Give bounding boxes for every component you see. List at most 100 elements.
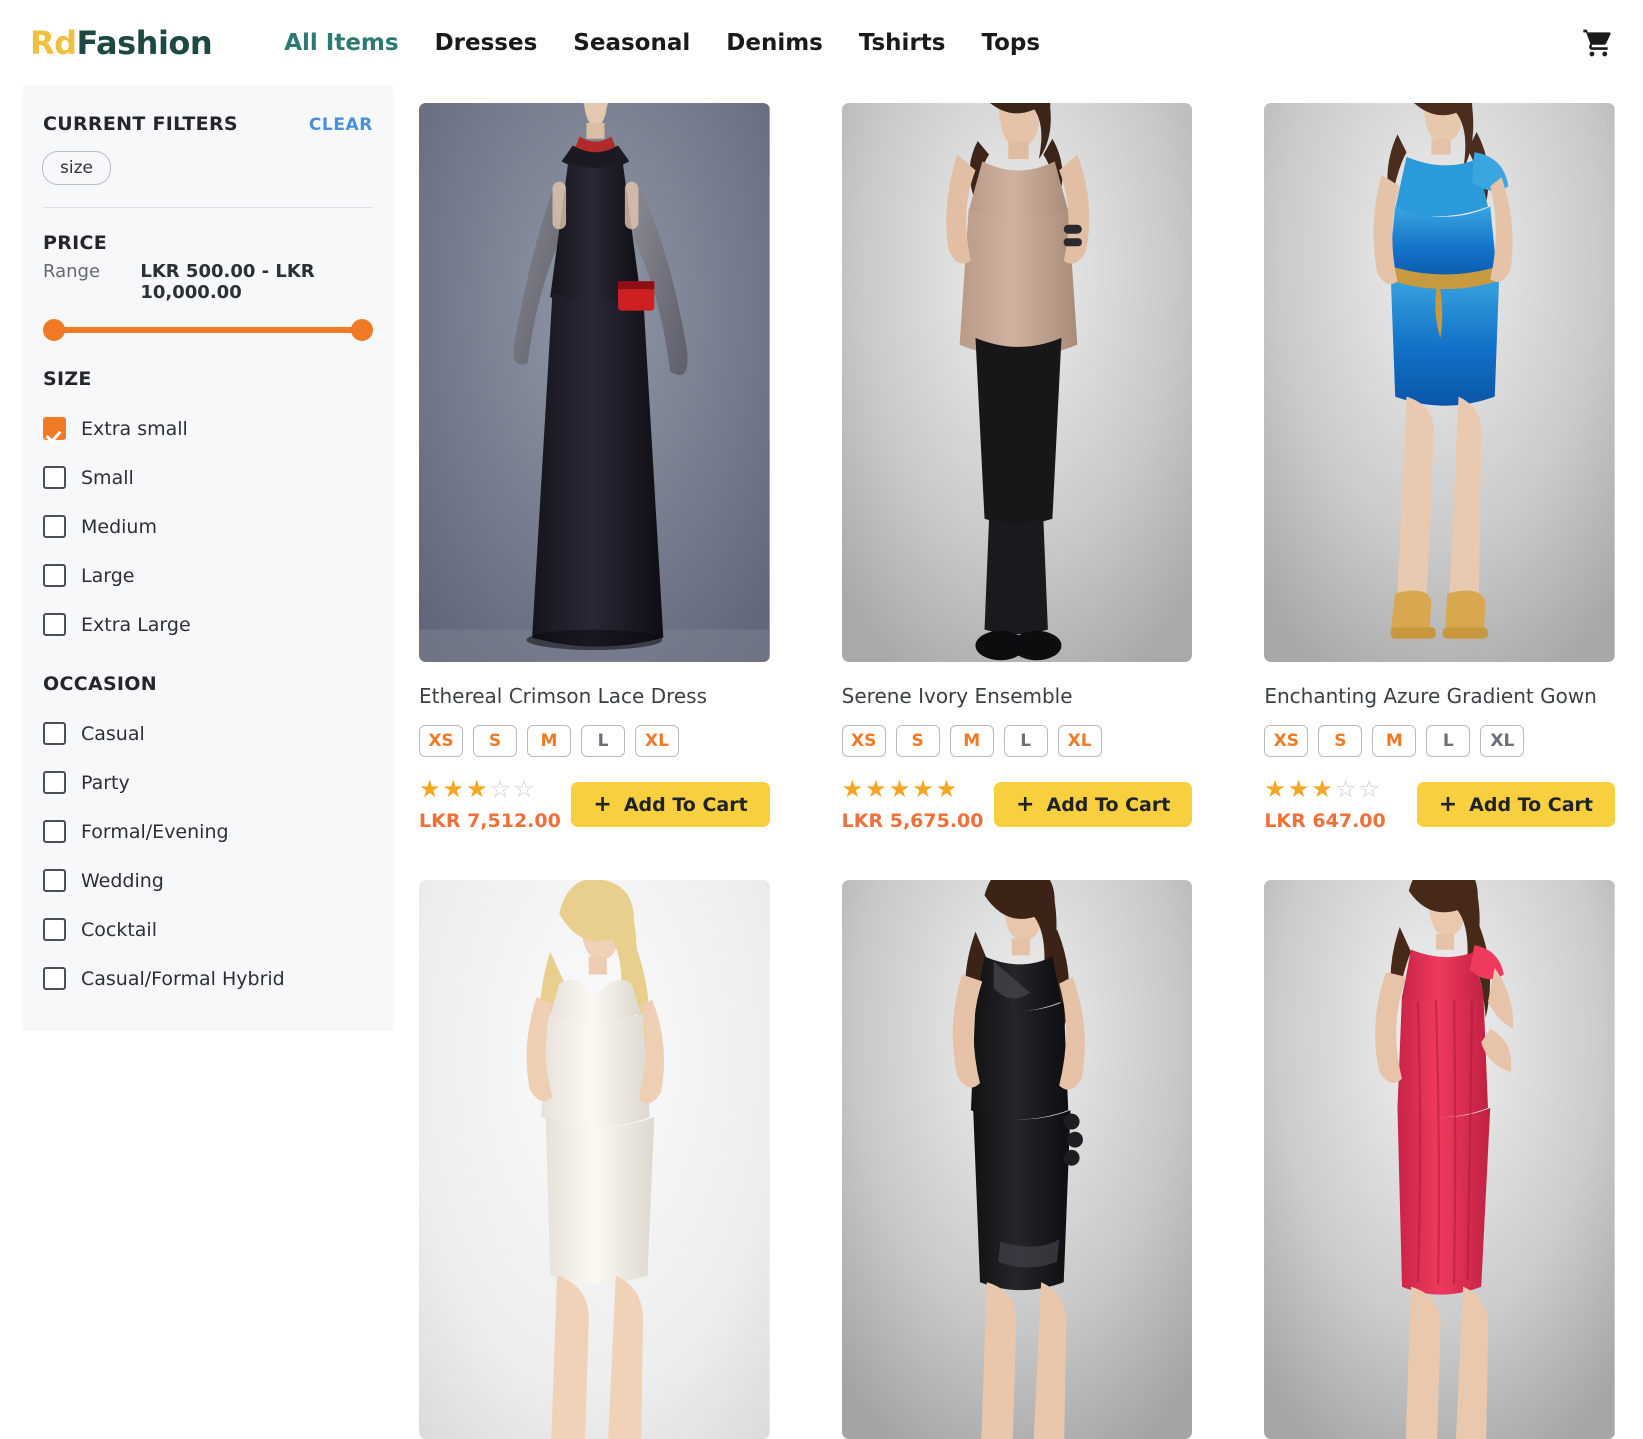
brand-logo-secondary: Fashion [76,23,213,62]
product-image[interactable] [419,880,770,1439]
checkbox-casual[interactable] [43,722,66,745]
size-pill[interactable]: XS [1264,725,1309,757]
checkbox-extra-small[interactable] [43,417,66,440]
product-card[interactable] [1264,880,1615,1439]
price-slider-handle-min[interactable] [43,319,65,341]
checkbox-formal-evening[interactable] [43,820,66,843]
add-to-cart-button[interactable]: + Add To Cart [994,782,1193,827]
occasion-option-party[interactable]: Party [43,758,373,807]
active-filter-chips: size [42,151,374,185]
size-option-small[interactable]: Small [43,453,373,502]
size-option-medium[interactable]: Medium [43,502,373,551]
size-pill[interactable]: M [1372,725,1417,757]
occasion-option-casual[interactable]: Casual [43,709,373,758]
product-price: LKR 7,512.00 [419,810,561,832]
nav-item-tops[interactable]: Tops [981,30,1040,56]
size-pill[interactable]: S [473,725,517,757]
product-image[interactable] [1264,103,1615,662]
occasion-option-label: Casual [81,722,145,745]
price-range-slider[interactable] [43,316,373,344]
product-card[interactable] [841,880,1193,1439]
occasion-option-label: Party [81,771,130,794]
filter-chip-size[interactable]: size [42,151,111,185]
star-filled-icon: ★ [419,775,441,803]
product-grid: reciosa ornela.com Ethereal Crimson Lace… [419,85,1615,1439]
size-pill[interactable]: M [527,725,571,757]
product-image[interactable] [841,103,1193,662]
size-option-list: Extra small Small Medium Large Extra Lar… [43,404,373,649]
occasion-option-wedding[interactable]: Wedding [43,856,373,905]
add-to-cart-button[interactable]: + Add To Cart [1416,782,1615,827]
occasion-option-list: Casual Party Formal/Evening Wedding Cock… [43,709,373,1003]
checkbox-casual-formal-hybrid[interactable] [43,967,66,990]
product-title: Serene Ivory Ensemble [841,684,1073,708]
site-header: RdFashion All Items Dresses Seasonal Den… [0,0,1643,85]
nav-item-tshirts[interactable]: Tshirts [859,30,946,56]
current-filters-title: CURRENT FILTERS [43,113,238,135]
product-title: Ethereal Crimson Lace Dress [419,684,708,708]
nav-item-dresses[interactable]: Dresses [435,30,538,56]
checkbox-small[interactable] [43,466,66,489]
occasion-option-label: Cocktail [81,918,157,941]
size-option-extra-large[interactable]: Extra Large [43,600,373,649]
occasion-option-formal-evening[interactable]: Formal/Evening [43,807,373,856]
product-card[interactable]: Serene Ivory Ensemble XS S M L XL ★ ★ ★ … [841,103,1193,832]
product-card[interactable]: Enchanting Azure Gradient Gown XS S M L … [1264,103,1615,832]
size-pill[interactable]: M [949,725,994,757]
size-option-extra-small[interactable]: Extra small [43,404,373,453]
clear-filters-button[interactable]: CLEAR [309,115,373,135]
size-option-large[interactable]: Large [43,551,373,600]
product-price: LKR 5,675.00 [841,810,984,832]
size-pill[interactable]: XL [1480,725,1525,757]
product-price: LKR 647.00 [1264,810,1386,832]
size-option-label: Extra small [81,417,188,440]
product-rating-price: ★ ★ ★ ☆ ☆ LKR 647.00 [1264,777,1385,832]
add-to-cart-label: Add To Cart [1046,793,1171,816]
checkbox-party[interactable] [43,771,66,794]
product-image[interactable] [841,880,1193,1439]
size-pill[interactable]: S [895,725,940,757]
nav-item-all-items[interactable]: All Items [284,30,398,56]
brand-logo[interactable]: RdFashion [30,23,213,62]
checkbox-medium[interactable] [43,515,66,538]
size-pill[interactable]: L [581,725,625,757]
price-range-row: Range LKR 500.00 - LKR 10,000.00 [43,261,373,303]
product-image[interactable]: reciosa ornela.com [419,103,770,662]
price-slider-handle-max[interactable] [351,319,373,341]
main-navigation: All Items Dresses Seasonal Denims Tshirt… [284,30,1040,56]
star-empty-icon: ☆ [1358,775,1380,803]
size-pill[interactable]: S [1318,725,1363,757]
product-rating-price: ★ ★ ★ ★ ★ LKR 5,675.00 [842,777,984,832]
plus-icon: + [1438,792,1458,817]
nav-item-denims[interactable]: Denims [726,30,823,56]
size-pill[interactable]: XS [841,725,886,757]
size-pill[interactable]: XL [635,725,679,757]
checkbox-cocktail[interactable] [43,918,66,941]
star-empty-icon: ☆ [1334,775,1357,803]
add-to-cart-label: Add To Cart [1469,793,1593,816]
shopping-cart-icon[interactable] [1581,27,1615,59]
size-pill[interactable]: L [1003,725,1048,757]
price-range-label: Range [43,261,101,282]
product-image[interactable] [1264,880,1615,1439]
occasion-option-cocktail[interactable]: Cocktail [43,905,373,954]
add-to-cart-label: Add To Cart [623,793,748,816]
price-slider-track [55,327,361,333]
current-filters-header: CURRENT FILTERS CLEAR [42,113,374,135]
size-pill[interactable]: XS [419,725,463,757]
occasion-filter-section: OCCASION Casual Party Formal/Evening Wed… [42,673,374,1003]
star-filled-icon: ★ [1264,775,1286,803]
occasion-option-casual-formal-hybrid[interactable]: Casual/Formal Hybrid [43,954,373,1003]
add-to-cart-button[interactable]: + Add To Cart [571,782,770,827]
checkbox-wedding[interactable] [43,869,66,892]
product-size-options: XS S M L XL [419,725,770,757]
checkbox-extra-large[interactable] [43,613,66,636]
size-pill[interactable]: L [1426,725,1471,757]
nav-item-seasonal[interactable]: Seasonal [573,30,690,56]
product-card[interactable]: reciosa ornela.com Ethereal Crimson Lace… [419,103,770,832]
size-pill[interactable]: XL [1057,725,1102,757]
checkbox-large[interactable] [43,564,66,587]
page-body: CURRENT FILTERS CLEAR size PRICE Range L… [0,85,1643,1439]
occasion-option-label: Casual/Formal Hybrid [81,967,285,990]
product-card[interactable] [419,880,770,1439]
